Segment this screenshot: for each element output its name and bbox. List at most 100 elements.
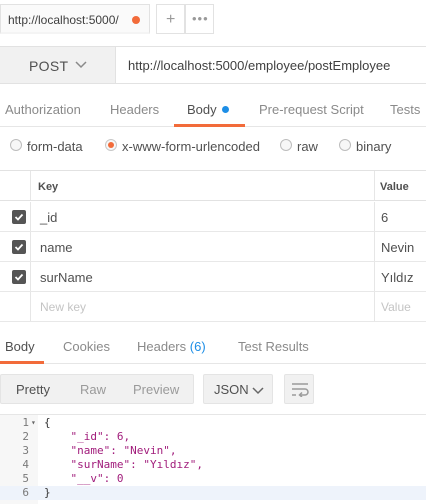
column-divider [374,292,375,321]
modified-dot-icon [221,106,229,113]
table-row: surName Yıldız [0,262,426,292]
response-tabs: Body Cookies Headers (6) Test Results [0,330,426,364]
new-param-row: New key Value [0,292,426,322]
json-line: "surName": "Yıldız", [44,458,203,471]
wrap-lines-icon [292,383,309,397]
row-key[interactable]: surName [40,270,93,285]
tab-headers[interactable]: Headers [110,102,159,117]
response-toolbar: Pretty Raw Preview JSON [0,372,426,406]
column-divider [374,202,375,231]
tab-pre-request-script[interactable]: Pre-request Script [259,102,364,117]
new-value-input[interactable]: Value [381,300,411,314]
row-value[interactable]: Nevin [381,240,414,255]
radio-circle [339,139,351,151]
new-key-input[interactable]: New key [40,300,86,314]
column-divider [30,232,31,261]
method-select[interactable]: POST [0,47,116,83]
row-checkbox[interactable] [12,270,26,284]
tab-body[interactable]: Body [187,102,229,117]
response-tab-headers[interactable]: Headers (6) [137,339,206,354]
code-text: } [44,486,51,499]
radio-label: form-data [27,139,83,154]
response-body-editor[interactable]: 1 ▾ { 2 "_id": 6, 3 "name": "Nevin", 4 "… [0,414,426,504]
line-number: 3 [22,444,29,457]
line-number: 2 [22,430,29,443]
request-tab-title: http://localhost:5000/ [8,13,119,27]
response-tab-test-results[interactable]: Test Results [238,339,309,354]
code-line-active: 6 } [0,486,426,500]
column-divider [30,171,31,200]
column-divider [374,232,375,261]
headers-count-badge: (6) [189,339,206,354]
radio-label: x-www-form-urlencoded [122,139,260,154]
new-tab-button[interactable]: + [156,4,185,34]
column-divider [30,292,31,321]
line-number: 1 [22,416,29,429]
table-row: _id 6 [0,202,426,232]
url-bar: POST [0,46,426,84]
request-tab[interactable]: http://localhost:5000/ [0,4,150,34]
code-text: "name": "Nevin", [44,444,176,458]
wrap-lines-button[interactable] [284,374,314,404]
checkmark-icon [14,213,24,221]
radio-circle [280,139,292,151]
tab-body-label: Body [187,102,217,117]
table-row: name Nevin [0,232,426,262]
code-text: "surName": "Yıldız", [44,458,203,472]
chevron-down-icon [75,61,87,69]
code-line: 1 ▾ { [0,416,426,430]
view-pretty-button[interactable]: Pretty [16,382,50,397]
row-checkbox[interactable] [12,240,26,254]
request-tabs: Authorization Headers Body Pre-request S… [0,92,426,127]
code-line: 2 "_id": 6, [0,430,426,444]
json-line: "__v": 0 [44,472,124,485]
row-value[interactable]: Yıldız [381,270,414,285]
row-value[interactable]: 6 [381,210,388,225]
key-column-header: Key [38,181,59,193]
response-tab-cookies[interactable]: Cookies [63,339,110,354]
format-select[interactable]: JSON [203,374,273,404]
radio-label: raw [297,139,318,154]
column-divider [30,262,31,291]
checkmark-icon [14,243,24,251]
fold-arrow-icon[interactable]: ▾ [31,416,36,430]
code-text: "_id": 6, [44,430,130,444]
value-column-header: Value [380,181,409,193]
view-raw-button[interactable]: Raw [80,382,106,397]
body-type-options: form-data x-www-form-urlencoded raw bina… [0,128,426,166]
checkmark-icon [14,273,24,281]
row-checkbox[interactable] [12,210,26,224]
column-divider [30,202,31,231]
row-key[interactable]: name [40,240,73,255]
line-number: 4 [22,458,29,471]
row-key[interactable]: _id [40,210,57,225]
url-input[interactable] [116,47,426,83]
tab-strip: http://localhost:5000/ + ••• [0,0,426,38]
line-number: 6 [22,486,29,499]
code-text: { [44,416,51,429]
code-line: 4 "surName": "Yıldız", [0,458,426,472]
json-line: "name": "Nevin", [44,444,177,457]
view-preview-button[interactable]: Preview [133,382,179,397]
radio-circle [10,139,22,151]
format-label: JSON [214,382,249,397]
response-tab-headers-label: Headers [137,339,187,354]
plus-icon: + [166,11,176,28]
code-line: 5 "__v": 0 [0,472,426,486]
response-tab-body[interactable]: Body [5,339,35,354]
code-text: "__v": 0 [44,472,123,486]
json-line: "_id": 6, [44,430,131,443]
column-divider [374,262,375,291]
radio-label: binary [356,139,392,154]
tab-authorization[interactable]: Authorization [5,102,81,117]
tab-tests[interactable]: Tests [390,102,420,117]
active-tab-indicator [174,124,245,127]
code-line: 3 "name": "Nevin", [0,444,426,458]
line-number: 5 [22,472,29,485]
active-response-tab-indicator [0,361,44,364]
tab-options-button[interactable]: ••• [185,4,214,34]
ellipsis-icon: ••• [192,11,209,26]
method-label: POST [29,58,69,74]
column-divider [374,171,375,200]
radio-circle-selected [105,139,117,151]
